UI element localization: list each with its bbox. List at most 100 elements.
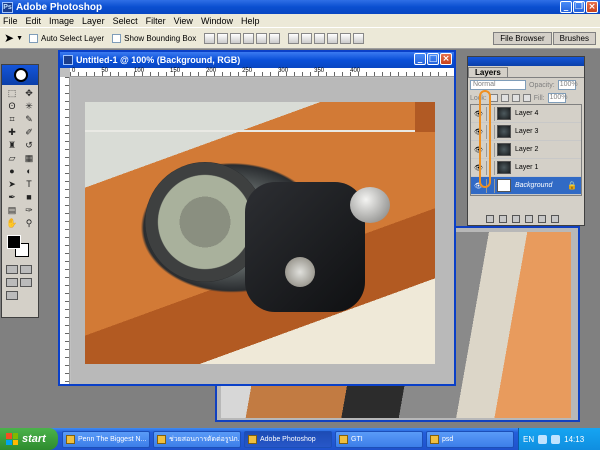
adjustment-layer-icon[interactable] [525, 215, 533, 223]
quick-mask-mode-icon[interactable] [20, 265, 32, 274]
move-tool-icon[interactable]: ➤ [4, 31, 14, 45]
close-button[interactable]: × [586, 1, 598, 13]
tab-layers[interactable]: Layers [468, 67, 508, 77]
notes-tool-icon[interactable]: ▤ [4, 204, 20, 216]
zoom-tool-icon[interactable]: ⚲ [21, 217, 37, 229]
lasso-tool-icon[interactable]: ʘ [4, 100, 20, 112]
screen-mode-standard-icon[interactable] [6, 278, 18, 287]
ruler-number: 0 [72, 68, 76, 74]
menu-file[interactable]: File [3, 16, 18, 26]
blur-tool-icon[interactable]: ● [4, 165, 20, 177]
layer-thumbnail [497, 107, 511, 120]
distribute-center-icon[interactable] [340, 32, 352, 44]
distribute-left-icon[interactable] [327, 32, 339, 44]
hand-tool-icon[interactable]: ✋ [4, 217, 20, 229]
eraser-tool-icon[interactable]: ▱ [4, 152, 20, 164]
foreground-color-swatch[interactable] [7, 235, 21, 249]
history-brush-tool-icon[interactable]: ↺ [21, 139, 37, 151]
document-title-bar[interactable]: Untitled-1 @ 100% (Background, RGB) _ □ … [60, 52, 454, 68]
layer-set-icon[interactable] [512, 215, 520, 223]
layer-style-icon[interactable] [486, 215, 494, 223]
marquee-tool-icon[interactable]: ⬚ [4, 87, 20, 99]
gradient-tool-icon[interactable]: ▦ [21, 152, 37, 164]
taskbar-button[interactable]: ช่วยสอนการตัดต่อรูปภ... [153, 430, 241, 448]
taskbar-button[interactable]: psd [426, 430, 514, 448]
lock-position-icon[interactable] [511, 94, 520, 102]
bounding-box-checkbox[interactable] [112, 33, 122, 43]
doc-maximize-button[interactable]: □ [427, 53, 439, 65]
auto-select-checkbox[interactable] [29, 33, 38, 43]
crop-tool-icon[interactable]: ⌗ [4, 113, 20, 125]
align-center-icon[interactable] [256, 32, 268, 44]
path-selection-tool-icon[interactable]: ➤ [4, 178, 20, 190]
start-button[interactable]: start [0, 428, 58, 450]
photoshop-eye-icon[interactable] [14, 68, 28, 82]
standard-mode-icon[interactable] [6, 265, 18, 274]
opacity-field[interactable]: 100% [557, 80, 578, 90]
menu-edit[interactable]: Edit [26, 16, 42, 26]
document-window[interactable]: Untitled-1 @ 100% (Background, RGB) _ □ … [58, 50, 456, 386]
opacity-label: Opacity: [529, 81, 555, 89]
language-indicator[interactable]: EN [523, 435, 534, 444]
volume-icon[interactable] [551, 434, 561, 444]
slice-tool-icon[interactable]: ✎ [21, 113, 37, 125]
jump-to-imageready-icon[interactable] [6, 291, 18, 300]
taskbar-button[interactable]: Penn The Biggest N... [62, 430, 150, 448]
layers-palette-header[interactable] [468, 57, 584, 66]
network-icon[interactable] [538, 434, 548, 444]
trash-icon[interactable] [551, 215, 559, 223]
magic-wand-tool-icon[interactable]: ✳ [21, 100, 37, 112]
brush-tool-icon[interactable]: ✐ [21, 126, 37, 138]
distribute-top-icon[interactable] [288, 32, 300, 44]
menu-image[interactable]: Image [49, 16, 74, 26]
distribute-buttons [288, 32, 365, 44]
taskbar-button[interactable]: GTI [335, 430, 423, 448]
canvas-image[interactable] [85, 102, 435, 364]
type-tool-icon[interactable]: T [21, 178, 37, 190]
doc-close-button[interactable]: × [440, 53, 452, 65]
align-left-icon[interactable] [243, 32, 255, 44]
shape-tool-icon[interactable]: ■ [21, 191, 37, 203]
align-top-icon[interactable] [204, 32, 216, 44]
menu-view[interactable]: View [174, 16, 193, 26]
window-controls: _ ❐ × [560, 1, 598, 13]
align-middle-icon[interactable] [217, 32, 229, 44]
fill-field[interactable]: 100% [547, 93, 568, 103]
pen-tool-icon[interactable]: ✒ [4, 191, 20, 203]
menu-select[interactable]: Select [113, 16, 138, 26]
browser-icon [66, 434, 75, 444]
layer-name: Background [515, 182, 553, 189]
dodge-tool-icon[interactable]: ◐ [21, 165, 37, 177]
menu-layer[interactable]: Layer [82, 16, 105, 26]
screen-mode-full-icon[interactable] [20, 278, 32, 287]
clone-stamp-tool-icon[interactable]: ♜ [4, 139, 20, 151]
vertical-ruler[interactable] [60, 77, 70, 384]
menu-help[interactable]: Help [241, 16, 260, 26]
restore-button[interactable]: ❐ [573, 1, 585, 13]
ruler-number: 300 [278, 68, 289, 74]
menu-window[interactable]: Window [201, 16, 233, 26]
minimize-button[interactable]: _ [560, 1, 572, 13]
blend-mode-select[interactable]: Normal [470, 80, 526, 90]
move-tool-icon[interactable]: ✥ [21, 87, 37, 99]
tab-file-browser[interactable]: File Browser [493, 32, 552, 45]
doc-minimize-button[interactable]: _ [414, 53, 426, 65]
lock-image-icon[interactable] [500, 94, 509, 102]
distribute-right-icon[interactable] [353, 32, 365, 44]
tab-brushes[interactable]: Brushes [552, 32, 596, 45]
taskbar-button[interactable]: Adobe Photoshop [244, 430, 332, 448]
align-bottom-icon[interactable] [230, 32, 242, 44]
menu-filter[interactable]: Filter [146, 16, 166, 26]
new-layer-icon[interactable] [538, 215, 546, 223]
align-right-icon[interactable] [269, 32, 281, 44]
distribute-bottom-icon[interactable] [314, 32, 326, 44]
lock-icon: 🔒 [567, 181, 577, 190]
canvas-area[interactable] [71, 78, 454, 384]
layer-mask-icon[interactable] [499, 215, 507, 223]
lock-all-icon[interactable] [522, 94, 531, 102]
eyedropper-tool-icon[interactable]: ✑ [21, 204, 37, 216]
healing-brush-tool-icon[interactable]: ✚ [4, 126, 20, 138]
distribute-middle-icon[interactable] [301, 32, 313, 44]
taskbar-button-label: ช่วยสอนการตัดต่อรูปภ... [169, 435, 241, 443]
tool-preset-dropdown-icon[interactable]: ▼ [16, 35, 23, 42]
